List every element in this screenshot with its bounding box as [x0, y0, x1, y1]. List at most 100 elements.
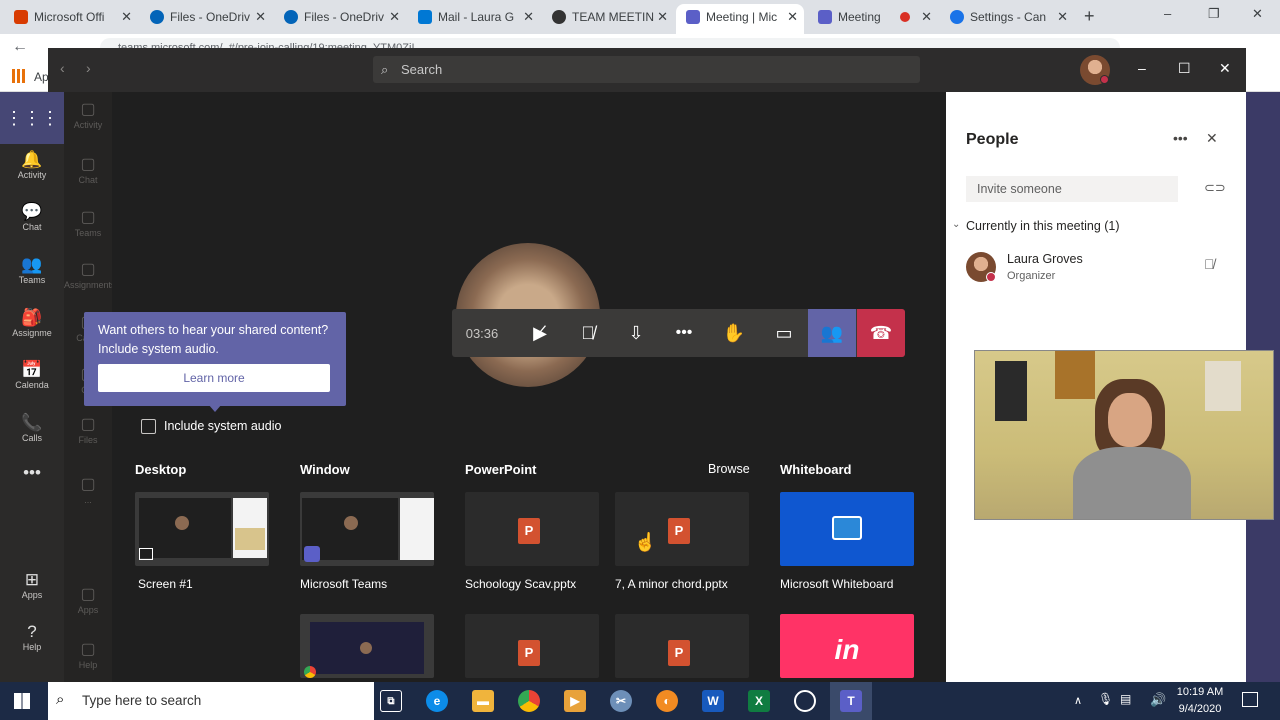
- current-attendees-heading[interactable]: Currently in this meeting (1): [966, 219, 1120, 233]
- include-audio-checkbox[interactable]: [141, 419, 156, 434]
- bookmark-apps[interactable]: Ap: [34, 70, 49, 84]
- close-tab-icon[interactable]: ✕: [657, 4, 668, 30]
- dim-rail-item: ▢ Assignments: [64, 260, 116, 290]
- chat-icon[interactable]: ▭: [760, 309, 808, 357]
- chrome-icon[interactable]: [518, 690, 540, 712]
- rail-item-activity[interactable]: 🔔 Activity: [0, 150, 64, 180]
- tray-network-icon[interactable]: ▤: [1120, 692, 1131, 706]
- close-tab-icon[interactable]: ✕: [1057, 4, 1068, 30]
- browser-window-thumbnail[interactable]: [300, 614, 434, 678]
- close-tab-icon[interactable]: ✕: [921, 4, 932, 30]
- whiteboard-thumbnail[interactable]: [780, 492, 914, 566]
- taskbar-date[interactable]: 9/4/2020: [1176, 703, 1224, 715]
- snipping-tool-icon[interactable]: ✂: [610, 690, 632, 712]
- close-panel-icon[interactable]: ✕: [1206, 130, 1218, 147]
- share-tray-icon[interactable]: ⇩: [612, 309, 660, 357]
- rail-item-teams[interactable]: 👥 Teams: [0, 255, 64, 285]
- rail-item-help[interactable]: ? Help: [0, 622, 64, 652]
- forward-chevron-icon[interactable]: ›: [86, 60, 91, 76]
- action-center-icon[interactable]: [1242, 692, 1258, 707]
- recording-icon: [900, 12, 910, 22]
- back-arrow-icon[interactable]: ←: [12, 38, 28, 56]
- pptx-file-thumbnail[interactable]: P: [465, 614, 599, 678]
- file-explorer-icon[interactable]: ▬: [472, 690, 494, 712]
- pptx-file-thumbnail[interactable]: P: [615, 614, 749, 678]
- rail-item-[interactable]: •••: [0, 463, 64, 483]
- app-launcher-grid-icon[interactable]: ⋮⋮⋮: [0, 92, 64, 144]
- person-face: [1108, 393, 1152, 447]
- app-icon[interactable]: ◐: [656, 690, 678, 712]
- browser-tab[interactable]: Settings - Can ✕: [940, 4, 1074, 34]
- invite-input[interactable]: Invite someone: [966, 176, 1178, 202]
- rail-item-calenda[interactable]: 📅 Calenda: [0, 360, 64, 390]
- mic-muted-icon[interactable]: 🎙̸: [1204, 256, 1215, 272]
- browser-tab[interactable]: Files - OneDriv ✕: [140, 4, 272, 34]
- participants-icon[interactable]: 👥: [808, 309, 856, 357]
- dim-rail-label: Teams: [74, 228, 102, 238]
- invision-thumbnail[interactable]: in: [780, 614, 914, 678]
- dim-rail-icon: ▢: [80, 416, 96, 433]
- taskbar-search-box[interactable]: ⌕ Type here to search: [48, 682, 374, 720]
- rail-item-label: Teams: [18, 275, 46, 285]
- browser-tab[interactable]: Mail - Laura G ✕: [408, 4, 540, 34]
- include-audio-label: Include system audio: [164, 419, 282, 433]
- powerpoint-icon: P: [668, 640, 690, 666]
- browser-restore-button[interactable]: ❐: [1208, 6, 1220, 22]
- teams-taskbar-icon[interactable]: T: [840, 690, 862, 712]
- windows-start-icon[interactable]: [14, 693, 30, 709]
- rail-item-assignme[interactable]: 🎒 Assignme: [0, 308, 64, 338]
- close-tab-icon[interactable]: ✕: [121, 4, 132, 30]
- new-tab-button[interactable]: +: [1084, 6, 1095, 27]
- dim-rail-icon: ▢: [80, 101, 96, 118]
- more-actions-icon[interactable]: •••: [660, 309, 708, 357]
- raise-hand-icon[interactable]: ✋: [710, 309, 758, 357]
- browser-tab[interactable]: Microsoft Offi ✕: [4, 4, 138, 34]
- browser-tab[interactable]: TEAM MEETIN ✕: [542, 4, 674, 34]
- back-chevron-icon[interactable]: ‹: [60, 60, 65, 76]
- close-tab-icon[interactable]: ✕: [389, 4, 400, 30]
- browse-link[interactable]: Browse: [708, 462, 750, 476]
- collapse-chevron-icon[interactable]: ⌄: [952, 219, 960, 230]
- teams-search-input[interactable]: ⌕ Search: [373, 56, 920, 83]
- speaker-object: [995, 361, 1027, 421]
- rail-item-apps[interactable]: ⊞ Apps: [0, 570, 64, 600]
- mic-muted-icon[interactable]: 🎙̸: [564, 309, 612, 357]
- edge-icon[interactable]: e: [426, 690, 448, 712]
- teams-window-thumbnail[interactable]: [300, 492, 434, 566]
- tray-mic-icon[interactable]: 🎙: [1098, 692, 1113, 706]
- teams-close-button[interactable]: ✕: [1219, 60, 1231, 77]
- help-icon: ?: [27, 622, 37, 641]
- apps-icon: ⊞: [24, 570, 40, 589]
- excel-icon[interactable]: X: [748, 690, 770, 712]
- browser-minimize-button[interactable]: –: [1164, 6, 1171, 21]
- browser-close-button[interactable]: ✕: [1252, 6, 1263, 22]
- task-view-icon[interactable]: ⧉: [380, 690, 402, 712]
- learn-more-button[interactable]: Learn more: [98, 364, 330, 392]
- close-tab-icon[interactable]: ✕: [787, 4, 798, 30]
- rail-item-calls[interactable]: 📞 Calls: [0, 413, 64, 443]
- outlook-icon: [418, 10, 432, 24]
- browser-tab[interactable]: Meeting ✕: [808, 4, 938, 34]
- camera-off-icon[interactable]: ▶̸: [516, 309, 564, 357]
- apps-grid-icon[interactable]: [12, 69, 26, 83]
- taskbar-time[interactable]: 10:19 AM: [1176, 686, 1224, 698]
- teams-minimize-button[interactable]: –: [1138, 60, 1146, 76]
- tray-chevron-icon[interactable]: ∧: [1074, 694, 1082, 707]
- browser-tab[interactable]: Files - OneDriv ✕: [274, 4, 406, 34]
- rail-item-chat[interactable]: 💬 Chat: [0, 202, 64, 232]
- teams-maximize-button[interactable]: ☐: [1178, 60, 1191, 77]
- screen-thumbnail[interactable]: [135, 492, 269, 566]
- close-tab-icon[interactable]: ✕: [523, 4, 534, 30]
- browser-tab-active[interactable]: Meeting | Mic ✕: [676, 4, 804, 34]
- more-options-icon[interactable]: •••: [1173, 130, 1188, 146]
- copy-link-icon[interactable]: ⊂⊃: [1204, 180, 1226, 196]
- pptx-file-thumbnail[interactable]: P: [615, 492, 749, 566]
- hang-up-icon[interactable]: ☎: [857, 309, 905, 357]
- pptx-file-thumbnail[interactable]: P: [465, 492, 599, 566]
- pptx1-caption: Schoology Scav.pptx: [465, 577, 577, 591]
- word-icon[interactable]: W: [702, 690, 724, 712]
- record-app-icon[interactable]: [794, 690, 816, 712]
- close-tab-icon[interactable]: ✕: [255, 4, 266, 30]
- tray-volume-icon[interactable]: 🔊: [1150, 692, 1166, 708]
- media-player-icon[interactable]: ▶: [564, 690, 586, 712]
